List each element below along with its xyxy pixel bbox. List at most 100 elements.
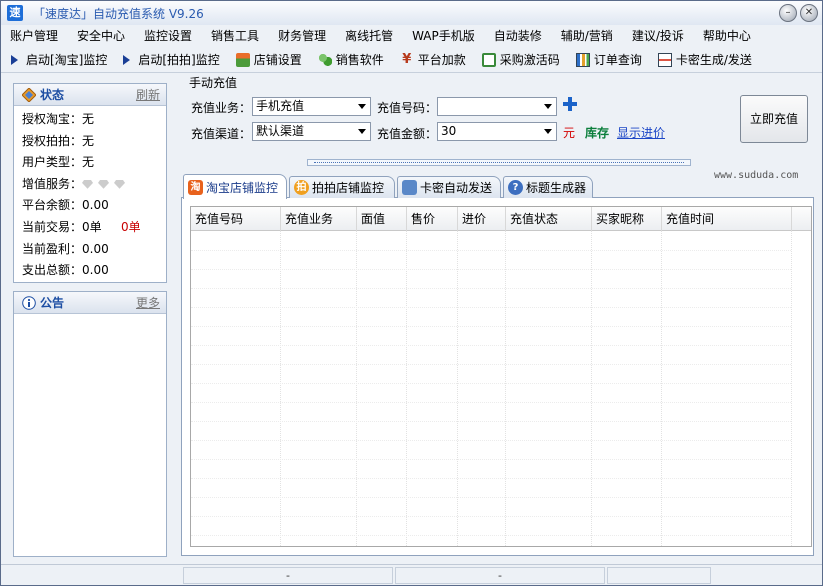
column-header[interactable]: 面值 — [357, 207, 407, 231]
status-bar-cell: - — [183, 567, 393, 584]
notice-panel: 公告 更多 — [13, 291, 167, 557]
channel-label: 充值渠道： — [191, 127, 252, 141]
column-header[interactable]: 买家昵称 — [592, 207, 662, 231]
pending-trades-count: 0单 — [121, 219, 141, 234]
recharge-now-button[interactable]: 立即充值 — [740, 95, 808, 143]
orders-table[interactable]: 充值号码 充值业务 面值 售价 进价 充值状态 买家昵称 充值时间 — [190, 206, 812, 547]
refresh-link[interactable]: 刷新 — [136, 86, 160, 103]
status-panel-title: 状态 — [40, 88, 65, 102]
yuan-unit: 元 — [563, 126, 576, 140]
column-header[interactable]: 进价 — [458, 207, 506, 231]
tab-title-generator[interactable]: ? 标题生成器 — [503, 176, 593, 198]
menu-bar: 账户管理 安全中心 监控设置 销售工具 财务管理 离线托管 WAP手机版 自动装… — [1, 25, 822, 47]
status-bar-cell: - — [395, 567, 605, 584]
card-generate-send-button[interactable]: 卡密生成/发送 — [648, 49, 758, 71]
paipai-icon: 拍 — [294, 180, 309, 195]
notice-panel-header: 公告 更多 — [14, 292, 166, 314]
column-header[interactable]: 充值号码 — [191, 207, 281, 231]
business-select[interactable]: 手机充值 — [252, 97, 371, 116]
help-icon: ? — [508, 180, 523, 195]
more-link[interactable]: 更多 — [136, 294, 160, 311]
chevron-down-icon — [544, 104, 552, 109]
menu-monitor-settings[interactable]: 监控设置 — [135, 26, 202, 46]
column-header[interactable]: 充值时间 — [662, 207, 792, 231]
manual-recharge-title: 手动充值 — [189, 76, 238, 90]
menu-finance[interactable]: 财务管理 — [269, 26, 336, 46]
tab-paipai-monitor[interactable]: 拍 拍拍店铺监控 — [289, 176, 395, 198]
chevron-down-icon — [358, 104, 366, 109]
order-query-button[interactable]: 订单查询 — [566, 49, 648, 71]
sell-software-button[interactable]: 销售软件 — [308, 49, 390, 71]
toolbar-label: 启动[淘宝]监控 — [26, 53, 108, 67]
start-paipai-monitor-button[interactable]: 启动[拍拍]监控 — [113, 49, 225, 71]
status-diamond-icon — [21, 86, 37, 103]
chart-icon — [575, 52, 590, 67]
start-taobao-monitor-button[interactable]: 启动[淘宝]监控 — [1, 49, 113, 71]
toolbar-label: 订单查询 — [593, 53, 642, 67]
buy-activation-code-button[interactable]: 采购激活码 — [472, 49, 566, 71]
menu-security[interactable]: 安全中心 — [68, 26, 135, 46]
minimize-button[interactable]: – — [779, 4, 797, 22]
window-title: 「速度达」自动充值系统 V9.26 — [33, 6, 204, 21]
status-row-paipai-auth: 授权拍拍：无 — [22, 133, 95, 148]
status-row-taobao-auth: 授权淘宝：无 — [22, 112, 95, 126]
status-row-expense: 支出总额：0.00 — [22, 263, 109, 278]
menu-account[interactable]: 账户管理 — [1, 26, 68, 46]
shop-icon — [235, 52, 250, 67]
app-window: 速 「速度达」自动充值系统 V9.26 – ✕ 账户管理 安全中心 监控设置 销… — [0, 0, 823, 586]
menu-marketing[interactable]: 辅助/营销 — [552, 26, 623, 46]
column-header[interactable]: 充值业务 — [281, 207, 357, 231]
tab-label: 标题生成器 — [526, 181, 587, 195]
menu-feedback[interactable]: 建议/投诉 — [623, 26, 694, 46]
menu-offline-hosting[interactable]: 离线托管 — [336, 26, 403, 46]
title-bar: 速 「速度达」自动充值系统 V9.26 – ✕ — [1, 1, 822, 25]
column-header[interactable]: 充值状态 — [506, 207, 592, 231]
status-row-current-trades: 当前交易：0单 0单 — [14, 217, 166, 239]
tab-card-auto-send[interactable]: 卡密自动发送 — [397, 176, 501, 198]
toolbar-label: 销售软件 — [335, 53, 384, 67]
taobao-icon: 淘 — [188, 179, 203, 195]
status-row-value-added: 增值服务： — [14, 174, 166, 196]
amount-label: 充值金额： — [377, 127, 438, 141]
chevron-down-icon — [544, 129, 552, 134]
toolbar: 启动[淘宝]监控 启动[拍拍]监控 店铺设置 销售软件 ¥ 平台加款 采购激活码… — [1, 47, 822, 73]
amount-select[interactable]: 30 — [437, 122, 557, 141]
column-header[interactable]: 售价 — [407, 207, 458, 231]
toolbar-label: 卡密生成/发送 — [675, 53, 752, 67]
card-icon — [657, 52, 672, 67]
stock-label: 库存 — [585, 126, 610, 140]
add-number-plus-icon[interactable] — [563, 97, 577, 111]
play-icon — [11, 54, 18, 65]
tab-strip: 淘 淘宝店铺监控 拍 拍拍店铺监控 卡密自动发送 ? 标题生成器 — [181, 174, 814, 199]
status-bar-cell — [607, 567, 711, 584]
tab-label: 拍拍店铺监控 — [312, 181, 385, 195]
cart-icon — [481, 52, 496, 67]
close-button[interactable]: ✕ — [800, 4, 818, 22]
show-cost-price-link[interactable]: 显示进价 — [617, 124, 665, 141]
menu-wap[interactable]: WAP手机版 — [403, 26, 485, 46]
tab-label: 卡密自动发送 — [420, 181, 493, 195]
menu-help[interactable]: 帮助中心 — [694, 26, 761, 46]
platform-topup-button[interactable]: ¥ 平台加款 — [390, 49, 472, 71]
number-input[interactable] — [437, 97, 557, 116]
info-icon — [22, 295, 36, 310]
table-header: 充值号码 充值业务 面值 售价 进价 充值状态 买家昵称 充值时间 — [191, 207, 811, 231]
channel-select[interactable]: 默认渠道 — [252, 122, 371, 141]
card-window-icon — [402, 180, 417, 195]
shop-settings-button[interactable]: 店铺设置 — [226, 49, 308, 71]
business-label: 充值业务： — [191, 101, 252, 115]
yuan-icon: ¥ — [402, 51, 412, 67]
chevron-down-icon — [358, 129, 366, 134]
number-label: 充值号码： — [377, 101, 438, 115]
toolbar-label: 启动[拍拍]监控 — [138, 53, 220, 67]
menu-auto-decoration[interactable]: 自动装修 — [485, 26, 552, 46]
status-row-profit: 当前盈利：0.00 — [22, 241, 109, 256]
tab-taobao-monitor[interactable]: 淘 淘宝店铺监控 — [183, 174, 287, 199]
collapse-splitter[interactable] — [307, 159, 691, 166]
people-icon — [317, 52, 332, 67]
status-row-balance: 平台余额：0.00 — [22, 198, 109, 213]
menu-sales-tools[interactable]: 销售工具 — [202, 26, 269, 46]
status-row-user-type: 用户类型：无 — [22, 155, 95, 170]
vip-diamond-icon — [114, 179, 126, 189]
toolbar-label: 店铺设置 — [253, 53, 302, 67]
